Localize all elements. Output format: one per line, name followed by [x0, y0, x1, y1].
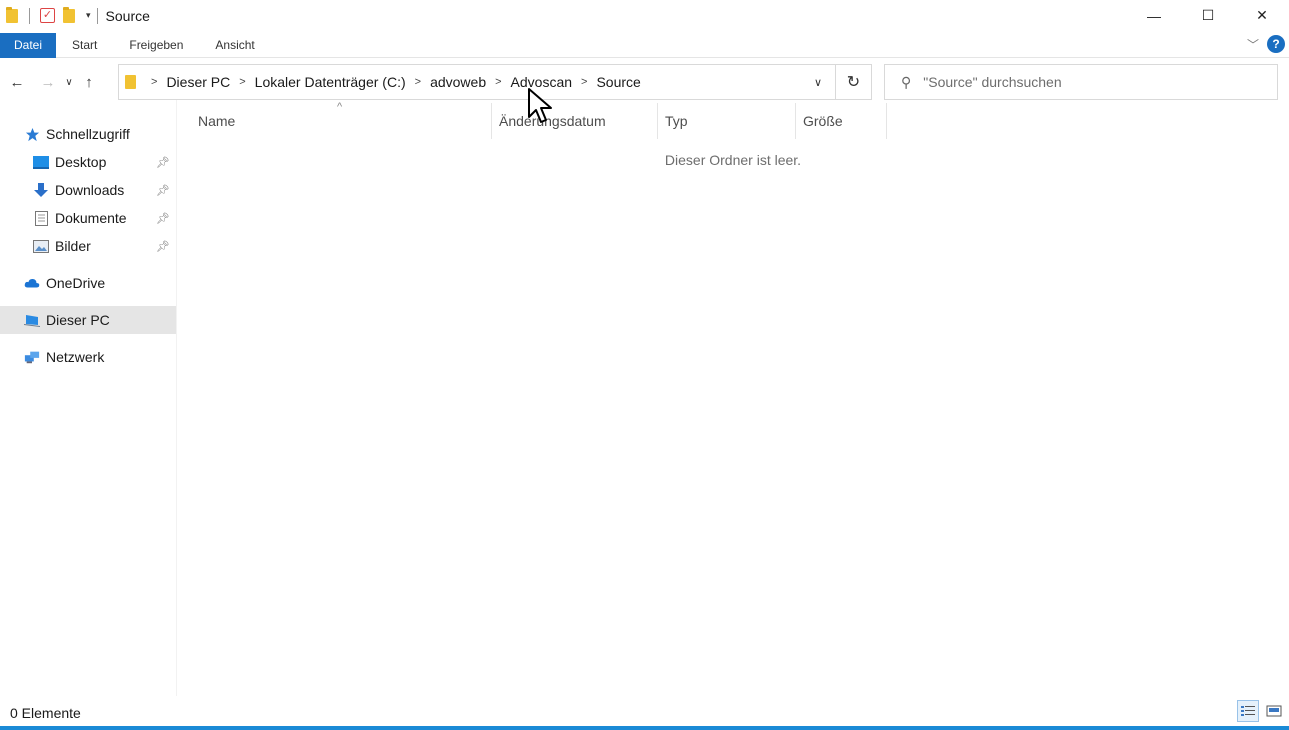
sidebar-item-label: Dieser PC — [46, 312, 110, 328]
mouse-cursor-icon — [528, 88, 552, 123]
sort-ascending-icon: ^ — [337, 101, 343, 113]
column-label: Name — [198, 113, 236, 129]
folder-icon — [6, 6, 18, 23]
minimize-button[interactable]: — — [1127, 0, 1181, 31]
forward-arrow-icon[interactable]: → — [37, 74, 59, 91]
desktop-icon — [33, 155, 49, 169]
column-header-type[interactable]: Typ — [658, 103, 796, 139]
breadcrumb-source[interactable]: Source — [592, 74, 644, 90]
up-arrow-icon[interactable]: ↑ — [78, 74, 100, 91]
chevron-right-icon[interactable]: > — [234, 76, 250, 88]
search-input[interactable] — [921, 73, 1252, 91]
empty-folder-message: Dieser Ordner ist leer. — [664, 152, 802, 168]
window-title: Source — [105, 7, 150, 24]
view-switcher — [1233, 700, 1285, 722]
breadcrumb-drive-c[interactable]: Lokaler Datenträger (C:) — [251, 74, 410, 90]
sidebar-item-dieser-pc[interactable]: Dieser PC — [0, 306, 176, 334]
folder-icon — [125, 75, 136, 89]
sidebar-item-label: Dokumente — [55, 210, 127, 226]
details-view-button[interactable] — [1237, 700, 1259, 722]
cloud-icon — [24, 276, 40, 290]
expand-ribbon-icon[interactable]: ﹀ — [1247, 36, 1259, 53]
sidebar-item-label: Netzwerk — [46, 349, 105, 365]
column-header-row: Name ^ Änderungsdatum Typ Größe — [177, 101, 1277, 139]
pin-icon[interactable]: 📌︎ — [156, 156, 170, 169]
pin-icon[interactable]: 📌︎ — [156, 240, 170, 253]
column-header-name[interactable]: Name ^ — [177, 101, 492, 139]
details-view-icon — [1241, 706, 1255, 716]
sidebar-item-onedrive[interactable]: OneDrive — [0, 269, 176, 297]
window-controls: — ☐ ✕ — [1127, 0, 1289, 31]
back-arrow-icon[interactable]: ← — [6, 74, 28, 91]
computer-icon — [24, 313, 40, 327]
document-icon — [33, 210, 49, 226]
sidebar-item-desktop[interactable]: Desktop 📌︎ — [0, 148, 176, 176]
pane-divider[interactable] — [176, 100, 177, 696]
sidebar-item-label: Downloads — [55, 182, 125, 198]
chevron-right-icon[interactable]: > — [410, 76, 426, 88]
navigation-pane: Schnellzugriff Desktop 📌︎ Downloads 📌︎ D… — [0, 120, 176, 695]
ribbon-right: ﹀ ? — [1247, 35, 1285, 53]
navigation-bar: ← → ∨ ↑ > Dieser PC > Lokaler Datenträge… — [0, 62, 1289, 102]
column-header-date[interactable]: Änderungsdatum — [492, 103, 658, 139]
tab-ansicht[interactable]: Ansicht — [199, 33, 270, 58]
star-icon — [24, 127, 40, 141]
pictures-icon — [33, 239, 49, 253]
refresh-icon[interactable]: ↻ — [835, 65, 871, 99]
search-icon: ⚲ — [901, 73, 912, 90]
sidebar-item-label: Schnellzugriff — [46, 126, 130, 142]
sidebar-item-bilder[interactable]: Bilder 📌︎ — [0, 232, 176, 260]
breadcrumb-dieser-pc[interactable]: Dieser PC — [162, 74, 234, 90]
breadcrumb-advoweb[interactable]: advoweb — [426, 74, 490, 90]
pin-icon[interactable]: 📌︎ — [156, 184, 170, 197]
properties-icon[interactable]: ✓ — [40, 8, 55, 23]
help-icon[interactable]: ? — [1267, 35, 1285, 53]
customize-toolbar-icon[interactable]: ▾ — [86, 10, 91, 21]
sidebar-item-dokumente[interactable]: Dokumente 📌︎ — [0, 204, 176, 232]
chevron-right-icon[interactable]: > — [146, 76, 162, 88]
title-bar: ✓ ▾ Source — ☐ ✕ — [0, 0, 1289, 31]
large-icons-view-icon — [1266, 705, 1282, 717]
pin-icon[interactable]: 📌︎ — [156, 212, 170, 225]
window-accent-border — [0, 726, 1289, 730]
column-label: Typ — [665, 113, 688, 129]
column-header-size[interactable]: Größe — [796, 103, 887, 139]
chevron-down-icon[interactable]: ∨ — [801, 65, 835, 99]
toolbar-divider — [29, 7, 30, 24]
new-folder-icon[interactable] — [63, 6, 75, 23]
recent-locations-icon[interactable]: ∨ — [61, 77, 77, 88]
maximize-button[interactable]: ☐ — [1181, 0, 1235, 31]
sidebar-item-label: Bilder — [55, 238, 91, 254]
address-bar[interactable]: > Dieser PC > Lokaler Datenträger (C:) >… — [118, 64, 872, 100]
tab-start[interactable]: Start — [56, 33, 113, 58]
title-divider — [96, 7, 98, 24]
download-arrow-icon — [33, 182, 49, 197]
sidebar-item-label: OneDrive — [46, 275, 106, 291]
tab-freigeben[interactable]: Freigeben — [113, 33, 199, 58]
item-count: 0 Elemente — [10, 705, 81, 721]
quick-access-toolbar: ✓ ▾ — [0, 0, 104, 31]
tab-datei[interactable]: Datei — [0, 32, 57, 58]
sidebar-item-downloads[interactable]: Downloads 📌︎ — [0, 176, 176, 204]
search-box[interactable]: ⚲ — [884, 64, 1278, 100]
column-label: Größe — [803, 113, 843, 129]
status-bar: 0 Elemente — [0, 700, 1289, 726]
network-icon — [24, 350, 40, 364]
chevron-right-icon[interactable]: > — [490, 76, 506, 88]
sidebar-item-netzwerk[interactable]: Netzwerk — [0, 343, 176, 371]
chevron-right-icon[interactable]: > — [576, 76, 592, 88]
sidebar-item-schnellzugriff[interactable]: Schnellzugriff — [0, 120, 176, 148]
close-button[interactable]: ✕ — [1235, 0, 1289, 31]
large-icons-view-button[interactable] — [1263, 700, 1285, 722]
sidebar-item-label: Desktop — [55, 154, 107, 170]
ribbon-tabs: Datei Start Freigeben Ansicht ﹀ ? — [0, 32, 1289, 58]
